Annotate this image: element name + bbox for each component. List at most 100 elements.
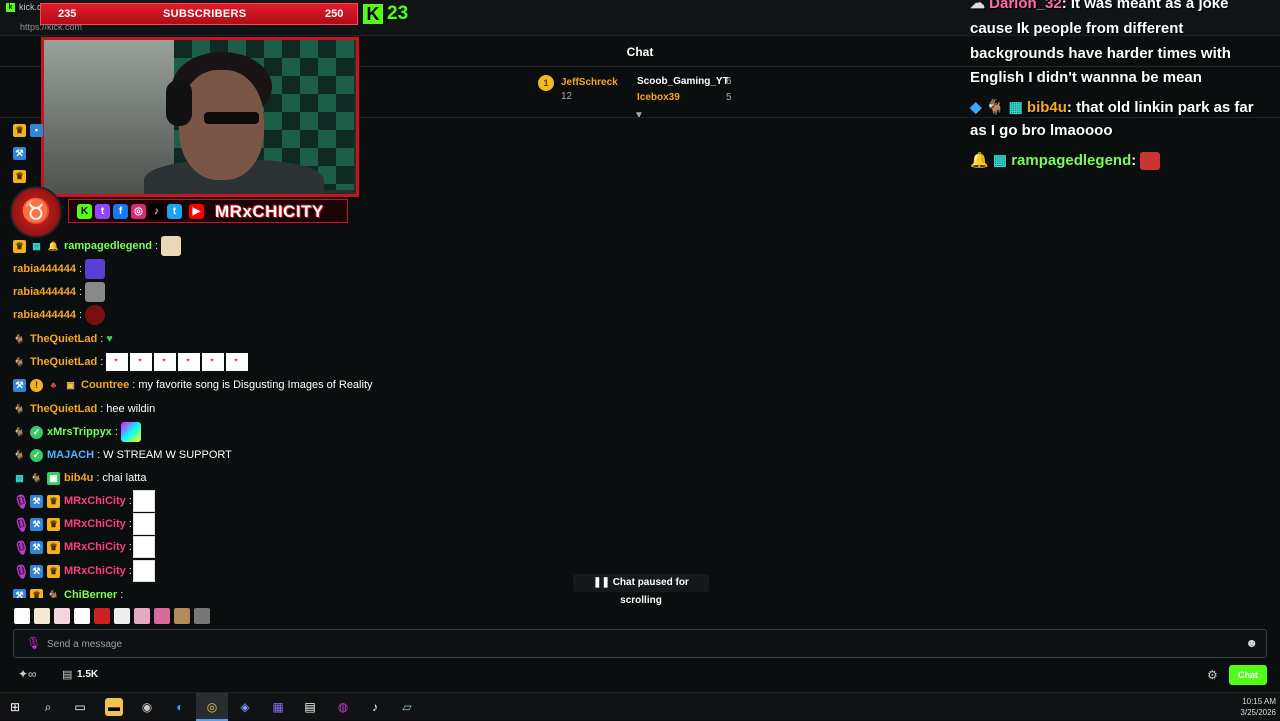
overlay-line-4: English I didn't wannna be mean	[970, 69, 1202, 86]
chat-message-list[interactable]: ♛ ▪ ⚒ ♛ ♛ ▦ 🔔 rampagedlegend: rabia444444…	[13, 118, 613, 598]
rank-badge-icon: 1	[538, 75, 554, 91]
streamlabs-icon[interactable]: ▤	[301, 698, 319, 716]
chat-message: 🎙 ⚒ ♛ MRxChiCity:	[13, 560, 155, 582]
chat-username[interactable]: MAJACH	[47, 449, 94, 461]
send-message-input[interactable]	[47, 636, 1227, 652]
microphone-badge-icon: 🎙	[13, 516, 30, 532]
chat-username[interactable]: MRxChiCity	[64, 541, 126, 553]
emote	[132, 560, 155, 582]
box-badge-icon: ▣	[66, 379, 75, 390]
list-item: ♛ ▪	[13, 120, 47, 140]
chat-send-button[interactable]: Chat	[1229, 665, 1267, 685]
list-item: ⚒	[13, 143, 30, 163]
chrome-icon[interactable]: ◎	[203, 698, 221, 716]
microphone-icon[interactable]: 🎙	[26, 636, 41, 650]
chat-username[interactable]: TheQuietLad	[30, 333, 97, 345]
bell-badge-icon: 🔔	[47, 240, 60, 251]
microphone-badge-icon: 🎙	[13, 539, 30, 555]
task-view-icon[interactable]: ▭	[71, 698, 89, 716]
emote-button[interactable]	[154, 608, 170, 624]
overlay-username: Darion_32	[989, 0, 1062, 12]
green-heart-icon: ♥	[106, 333, 113, 345]
chat-message: ⚒ ! ♣ ▣ Countree: my favorite song is Di…	[13, 375, 373, 395]
overlay-username: bib4u	[1026, 99, 1067, 116]
chat-username[interactable]: rabia444444	[13, 286, 76, 298]
emote	[202, 353, 225, 371]
chat-username[interactable]: MRxChiCity	[64, 518, 126, 530]
windows-taskbar: ⊞ ⌕ ▭ ▬ ◉ ◐ ◎ ◈ ▦ ▤ ◍ ♪ ▱ 10:15 AM 3/25/…	[0, 692, 1280, 721]
app-icon[interactable]: ◈	[236, 698, 254, 716]
emote-button[interactable]	[174, 608, 190, 624]
chat-message: ⚒ ♛ 🐐 ChiBerner:	[13, 585, 123, 598]
viewer-count: 1.5K	[77, 669, 99, 680]
sub-badge-icon: 🐐	[13, 333, 26, 344]
kick-logo-icon: K	[363, 4, 383, 24]
notepad-icon[interactable]: ▱	[398, 698, 416, 716]
gift-badge-icon: ▣	[47, 471, 60, 485]
chat-message: 🐐 ✓ MAJACH: W STREAM W SUPPORT	[13, 448, 232, 462]
chat-message: 🐐 TheQuietLad: ♥	[13, 333, 113, 345]
chat-username[interactable]: rabia444444	[13, 309, 76, 321]
chat-username[interactable]: Countree	[81, 379, 129, 391]
emote	[161, 236, 182, 256]
edge-icon[interactable]: ◐	[171, 698, 189, 716]
chevron-down-icon[interactable]: ▼	[634, 110, 644, 121]
emote-button[interactable]	[14, 608, 30, 624]
infinity-icon[interactable]: ✦∞	[18, 667, 37, 681]
emote-button[interactable]	[54, 608, 70, 624]
chat-message: 🐐 TheQuietLad: hee wildin	[13, 403, 156, 415]
emote	[130, 353, 153, 371]
cube-icon: ◆	[970, 99, 986, 116]
emote	[106, 353, 129, 371]
emote-button[interactable]	[34, 608, 50, 624]
chat-text: chai latta	[102, 472, 147, 484]
chat-message: 🐐 ✓ xMrsTrippyx:	[13, 422, 141, 442]
gifter-name-2[interactable]: Scoob_Gaming_YT	[637, 76, 729, 87]
top-gifter-1[interactable]: 1	[538, 75, 554, 91]
gear-icon[interactable]: ⚙	[1207, 668, 1218, 682]
verified-badge-icon: ✓	[30, 425, 43, 439]
gifter-count-2: 6	[726, 76, 732, 87]
og-badge-icon: ▦	[32, 240, 41, 251]
tiktok-icon[interactable]: ♪	[366, 698, 384, 716]
gift-badge-icon: ♣	[50, 379, 57, 390]
chat-username[interactable]: bib4u	[64, 472, 93, 484]
chat-username[interactable]: xMrsTrippyx	[47, 426, 112, 438]
subscriber-current: 235	[58, 8, 77, 20]
mod-badge-icon: ⚒	[30, 540, 43, 554]
chat-message: 🎙 ⚒ ♛ MRxChiCity:	[13, 490, 155, 512]
chat-message: 🎙 ⚒ ♛ MRxChiCity:	[13, 513, 155, 535]
gifter-name-1[interactable]: JeffSchreck	[561, 77, 618, 88]
emote	[85, 282, 106, 302]
emote-button[interactable]	[134, 608, 150, 624]
emote	[178, 353, 201, 371]
system-clock[interactable]: 10:15 AM 3/25/2026	[1232, 696, 1276, 718]
emote	[120, 422, 141, 442]
grid-app-icon[interactable]: ▦	[269, 698, 287, 716]
gifter-name-3[interactable]: Icebox39	[637, 92, 680, 103]
overlay-line-2: cause Ik people from different	[970, 20, 1184, 37]
chat-message: 🐐 TheQuietLad:	[13, 352, 250, 372]
crown-badge-icon: ♛	[47, 494, 60, 508]
emote-button[interactable]	[94, 608, 110, 624]
obs-icon[interactable]: ◉	[138, 698, 156, 716]
search-icon[interactable]: ⌕	[39, 698, 57, 716]
chat-paused-button[interactable]: ❚❚ Chat paused for scrolling	[573, 574, 709, 606]
chat-message: rabia444444:	[13, 305, 106, 325]
file-explorer-icon[interactable]: ▬	[105, 698, 123, 716]
chat-overlay: ☁ Darion_32: It was meant as a joke caus…	[962, 0, 1272, 175]
emoji-icon[interactable]: ☻	[1245, 636, 1258, 650]
chat-username[interactable]: rabia444444	[13, 263, 76, 275]
windows-start-icon[interactable]: ⊞	[6, 698, 24, 716]
chat-username[interactable]: rampagedlegend	[64, 240, 152, 252]
chat-username[interactable]: MRxChiCity	[64, 565, 126, 577]
chat-username[interactable]: ChiBerner	[64, 589, 117, 598]
emote-button[interactable]	[74, 608, 90, 624]
emote-button[interactable]	[114, 608, 130, 624]
chat-username[interactable]: TheQuietLad	[30, 356, 97, 368]
chat-username[interactable]: MRxChiCity	[64, 495, 126, 507]
messenger-icon[interactable]: ◍	[334, 698, 352, 716]
chat-username[interactable]: TheQuietLad	[30, 403, 97, 415]
emote-button[interactable]	[194, 608, 210, 624]
kick-counter: 23	[387, 3, 409, 24]
